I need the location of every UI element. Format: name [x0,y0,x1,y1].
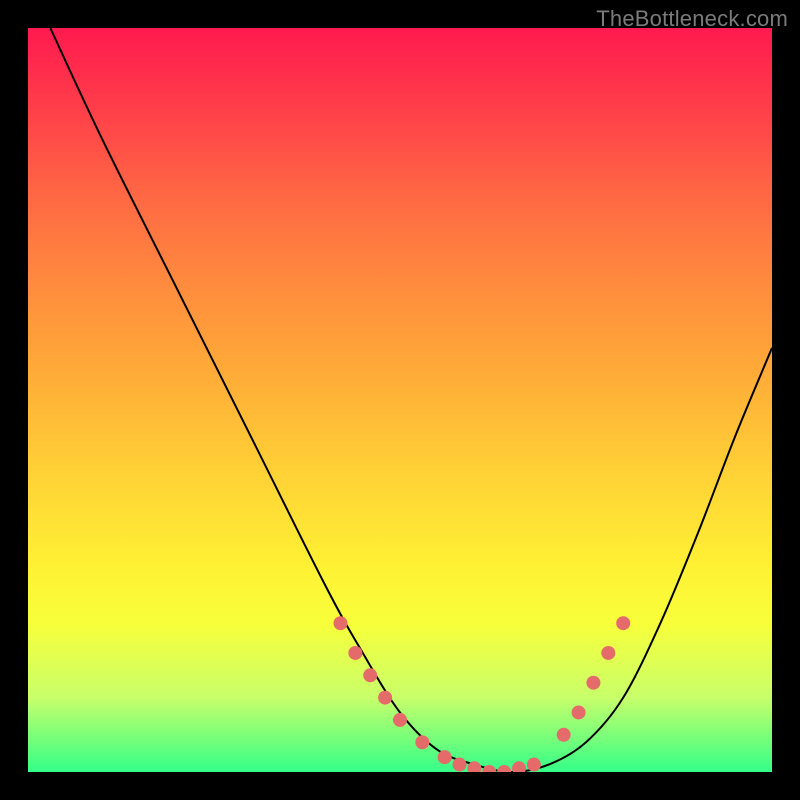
curve-marker [527,758,541,772]
curve-marker [415,735,429,749]
curve-marker [333,616,347,630]
curve-marker [348,646,362,660]
watermark-text: TheBottleneck.com [596,6,788,32]
curve-marker [393,713,407,727]
bottleneck-curve-svg [28,28,772,772]
curve-marker [601,646,615,660]
curve-marker-group [333,616,630,772]
curve-marker [482,765,496,772]
bottleneck-curve-line [50,28,772,772]
curve-marker [438,750,452,764]
curve-marker [572,705,586,719]
curve-marker [586,676,600,690]
curve-marker [557,728,571,742]
curve-marker [453,758,467,772]
curve-marker [512,761,526,772]
curve-marker [616,616,630,630]
curve-marker [378,691,392,705]
curve-marker [497,765,511,772]
chart-plot-area [28,28,772,772]
curve-marker [363,668,377,682]
